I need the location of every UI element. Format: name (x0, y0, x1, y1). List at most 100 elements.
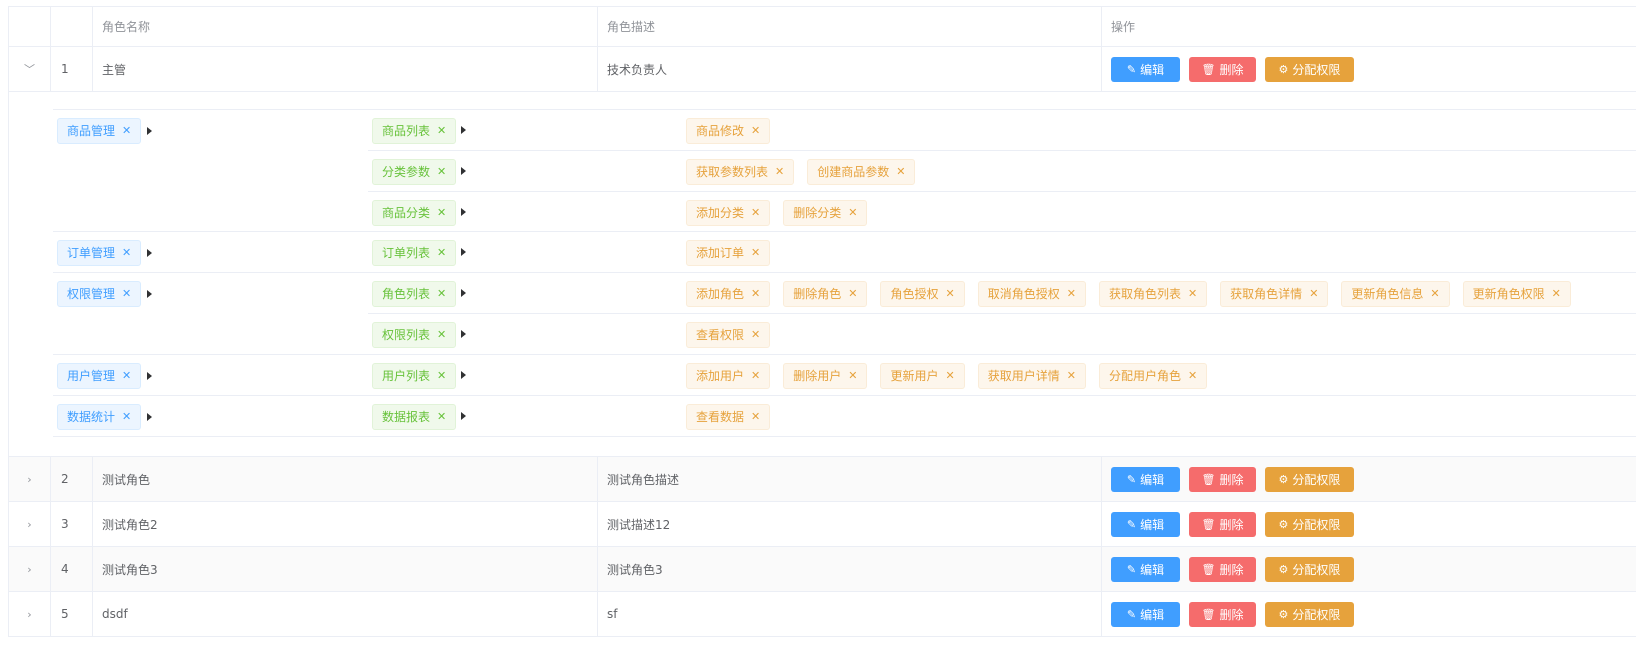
rights-level3-tag[interactable]: 更新角色信息 ✕ (1341, 280, 1450, 307)
close-icon[interactable]: ✕ (1430, 287, 1439, 300)
edit-button[interactable]: ✎ 编辑 (1111, 556, 1180, 582)
close-icon[interactable]: ✕ (775, 165, 784, 178)
rights-level2-tag[interactable]: 商品分类 ✕ (372, 199, 457, 226)
assign-rights-button[interactable]: ⚙ 分配权限 (1265, 511, 1354, 537)
rights-level3-tag[interactable]: 获取用户详情 ✕ (977, 362, 1086, 389)
rights-level2-tag[interactable]: 用户列表 ✕ (372, 362, 457, 389)
close-icon[interactable]: ✕ (437, 369, 446, 382)
assign-rights-button[interactable]: ⚙ 分配权限 (1265, 601, 1354, 627)
chevron-right-icon[interactable]: › (27, 608, 31, 621)
edit-button[interactable]: ✎ 编辑 (1111, 511, 1180, 537)
close-icon[interactable]: ✕ (122, 287, 131, 300)
close-icon[interactable]: ✕ (1067, 287, 1076, 300)
rights-level3-tag[interactable]: 获取参数列表 ✕ (686, 158, 795, 185)
rights-level3-tag[interactable]: 更新用户 ✕ (880, 362, 965, 389)
assign-label: 分配权限 (1292, 607, 1341, 622)
chevron-right-icon[interactable]: › (27, 518, 31, 531)
assign-rights-button[interactable]: ⚙ 分配权限 (1265, 466, 1354, 492)
row-expand-toggle[interactable]: › (9, 457, 51, 501)
close-icon[interactable]: ✕ (437, 410, 446, 423)
close-icon[interactable]: ✕ (848, 206, 857, 219)
row-expand-toggle[interactable]: › (9, 502, 51, 546)
rights-level3-tag[interactable]: 更新角色权限 ✕ (1462, 280, 1571, 307)
rights-level1-tag[interactable]: 数据统计 ✕ (57, 403, 142, 430)
close-icon[interactable]: ✕ (437, 206, 446, 219)
close-icon[interactable]: ✕ (848, 369, 857, 382)
close-icon[interactable]: ✕ (1188, 287, 1197, 300)
edit-button[interactable]: ✎ 编辑 (1111, 466, 1180, 492)
close-icon[interactable]: ✕ (848, 287, 857, 300)
delete-button[interactable]: 🗑 删除 (1189, 511, 1256, 537)
tag-label: 创建商品参数 (817, 165, 890, 179)
close-icon[interactable]: ✕ (751, 206, 760, 219)
chevron-right-icon[interactable]: › (27, 563, 31, 576)
rights-level2-tag[interactable]: 角色列表 ✕ (372, 280, 457, 307)
rights-level2-tag[interactable]: 数据报表 ✕ (372, 403, 457, 430)
close-icon[interactable]: ✕ (751, 369, 760, 382)
close-icon[interactable]: ✕ (945, 287, 954, 300)
tag-label: 分类参数 (382, 165, 431, 179)
edit-button[interactable]: ✎ 编辑 (1111, 56, 1180, 82)
caret-right-icon (147, 371, 152, 380)
rights-level3-tag[interactable]: 获取角色详情 ✕ (1220, 280, 1329, 307)
rights-level3-tag[interactable]: 删除角色 ✕ (783, 280, 868, 307)
close-icon[interactable]: ✕ (751, 410, 760, 423)
rights-level3-tag[interactable]: 创建商品参数 ✕ (807, 158, 916, 185)
row-expand-toggle[interactable]: › (9, 592, 51, 636)
close-icon[interactable]: ✕ (751, 328, 760, 341)
close-icon[interactable]: ✕ (437, 246, 446, 259)
rights-level3-tag[interactable]: 添加分类 ✕ (686, 199, 771, 226)
row-expand-toggle[interactable]: ﹀ (9, 47, 51, 91)
assign-rights-button[interactable]: ⚙ 分配权限 (1265, 56, 1354, 82)
rights-level1-tag[interactable]: 订单管理 ✕ (57, 239, 142, 266)
delete-button[interactable]: 🗑 删除 (1189, 601, 1256, 627)
rights-level2-tag[interactable]: 商品列表 ✕ (372, 117, 457, 144)
close-icon[interactable]: ✕ (122, 369, 131, 382)
rights-level3-tag[interactable]: 角色授权 ✕ (880, 280, 965, 307)
tag-label: 订单管理 (67, 246, 116, 260)
assign-rights-button[interactable]: ⚙ 分配权限 (1265, 556, 1354, 582)
close-icon[interactable]: ✕ (437, 124, 446, 137)
rights-level3-tag[interactable]: 获取角色列表 ✕ (1098, 280, 1208, 307)
rights-level1-tag[interactable]: 商品管理 ✕ (57, 117, 142, 144)
rights-level2-tag[interactable]: 分类参数 ✕ (372, 158, 457, 185)
close-icon[interactable]: ✕ (1552, 287, 1561, 300)
rights-level3-tag[interactable]: 查看数据 ✕ (686, 403, 771, 430)
rights-level3-tag[interactable]: 添加角色 ✕ (686, 280, 771, 307)
close-icon[interactable]: ✕ (1188, 369, 1197, 382)
chevron-down-icon[interactable]: ﹀ (24, 61, 35, 77)
edit-button[interactable]: ✎ 编辑 (1111, 601, 1180, 627)
edit-label: 编辑 (1140, 562, 1165, 577)
row-expand-toggle[interactable]: › (9, 547, 51, 591)
close-icon[interactable]: ✕ (751, 246, 760, 259)
close-icon[interactable]: ✕ (751, 287, 760, 300)
close-icon[interactable]: ✕ (1309, 287, 1318, 300)
rights-level3-tag[interactable]: 查看权限 ✕ (686, 321, 771, 348)
chevron-right-icon[interactable]: › (27, 473, 31, 486)
rights-level2-tag[interactable]: 权限列表 ✕ (372, 321, 457, 348)
rights-level3-tag[interactable]: 取消角色授权 ✕ (977, 280, 1086, 307)
rights-level1-group: 订单管理 ✕ 订单列表 ✕ 添加订单 ✕ (53, 232, 1636, 273)
rights-level1-tag[interactable]: 用户管理 ✕ (57, 362, 142, 389)
close-icon[interactable]: ✕ (945, 369, 954, 382)
rights-level3-tag[interactable]: 删除用户 ✕ (783, 362, 868, 389)
close-icon[interactable]: ✕ (896, 165, 905, 178)
rights-level3-tag[interactable]: 添加用户 ✕ (686, 362, 771, 389)
rights-level3-tag[interactable]: 删除分类 ✕ (783, 199, 868, 226)
delete-button[interactable]: 🗑 删除 (1189, 56, 1256, 82)
close-icon[interactable]: ✕ (122, 124, 131, 137)
close-icon[interactable]: ✕ (437, 328, 446, 341)
delete-button[interactable]: 🗑 删除 (1189, 466, 1256, 492)
close-icon[interactable]: ✕ (751, 124, 760, 137)
rights-level3-tag[interactable]: 添加订单 ✕ (686, 239, 771, 266)
rights-level3-tag[interactable]: 商品修改 ✕ (686, 117, 771, 144)
rights-level1-tag[interactable]: 权限管理 ✕ (57, 280, 142, 307)
delete-button[interactable]: 🗑 删除 (1189, 556, 1256, 582)
close-icon[interactable]: ✕ (437, 287, 446, 300)
close-icon[interactable]: ✕ (122, 410, 131, 423)
close-icon[interactable]: ✕ (437, 165, 446, 178)
close-icon[interactable]: ✕ (1067, 369, 1076, 382)
rights-level2-tag[interactable]: 订单列表 ✕ (372, 239, 457, 266)
rights-level3-tag[interactable]: 分配用户角色 ✕ (1098, 362, 1208, 389)
close-icon[interactable]: ✕ (122, 246, 131, 259)
